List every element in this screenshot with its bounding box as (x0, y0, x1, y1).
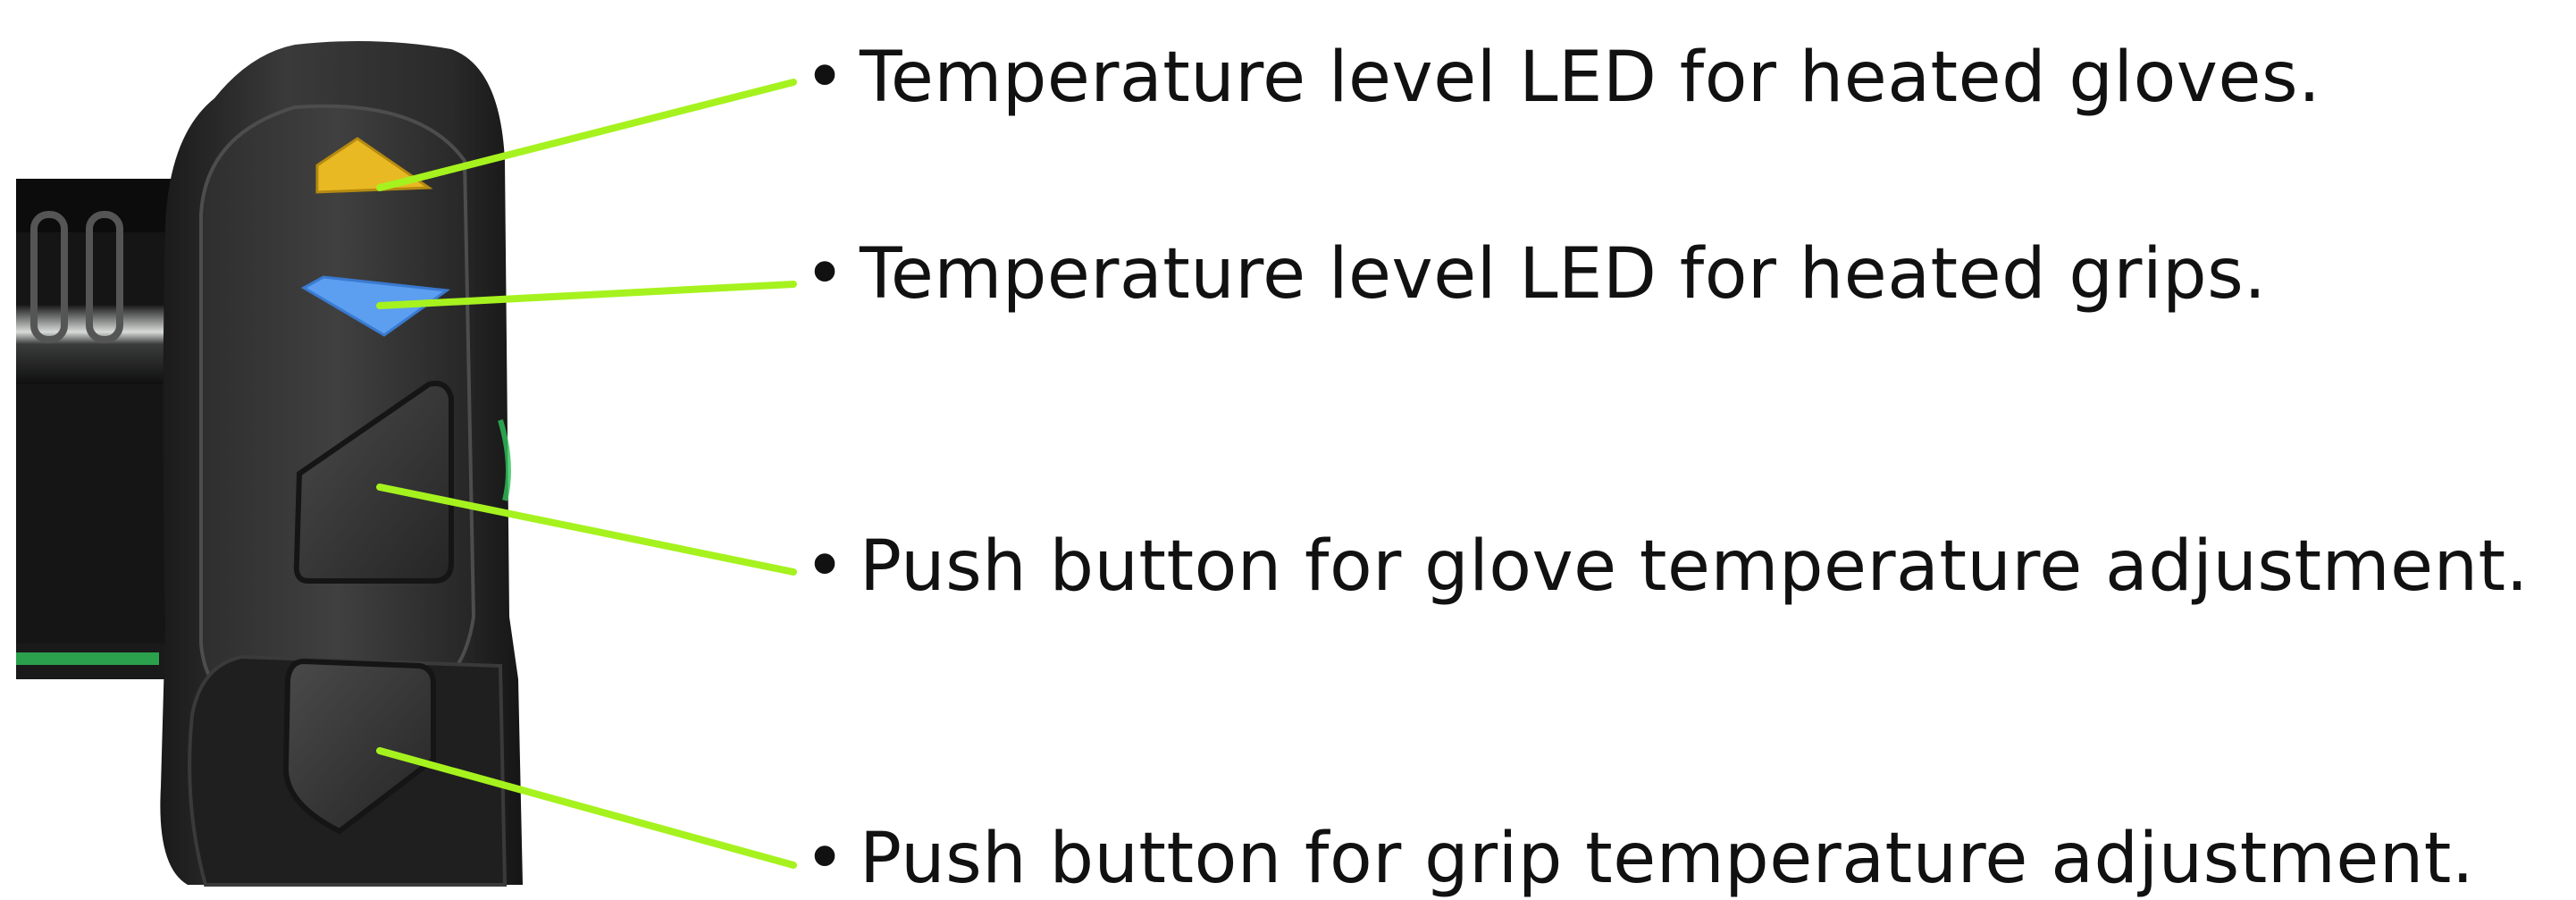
bullet: • (804, 819, 846, 899)
callout-glove-led: • Temperature level LED for heated gloves… (804, 43, 2320, 113)
bullet: • (804, 38, 846, 118)
callout-glove-button: • Push button for glove temperature adjus… (804, 532, 2529, 601)
callout-grip-button: • Push button for grip temperature adjust… (804, 824, 2474, 894)
callout-grip-led: • Temperature level LED for heated grips. (804, 240, 2267, 309)
controller-diagram (16, 41, 797, 887)
bullet: • (804, 526, 846, 607)
callout-text: Push button for glove temperature adjust… (860, 526, 2529, 607)
bullet: • (804, 234, 846, 315)
callout-text: Push button for grip temperature adjustm… (860, 819, 2475, 899)
callout-text: Temperature level LED for heated gloves. (860, 38, 2321, 118)
callout-text: Temperature level LED for heated grips. (860, 234, 2267, 315)
